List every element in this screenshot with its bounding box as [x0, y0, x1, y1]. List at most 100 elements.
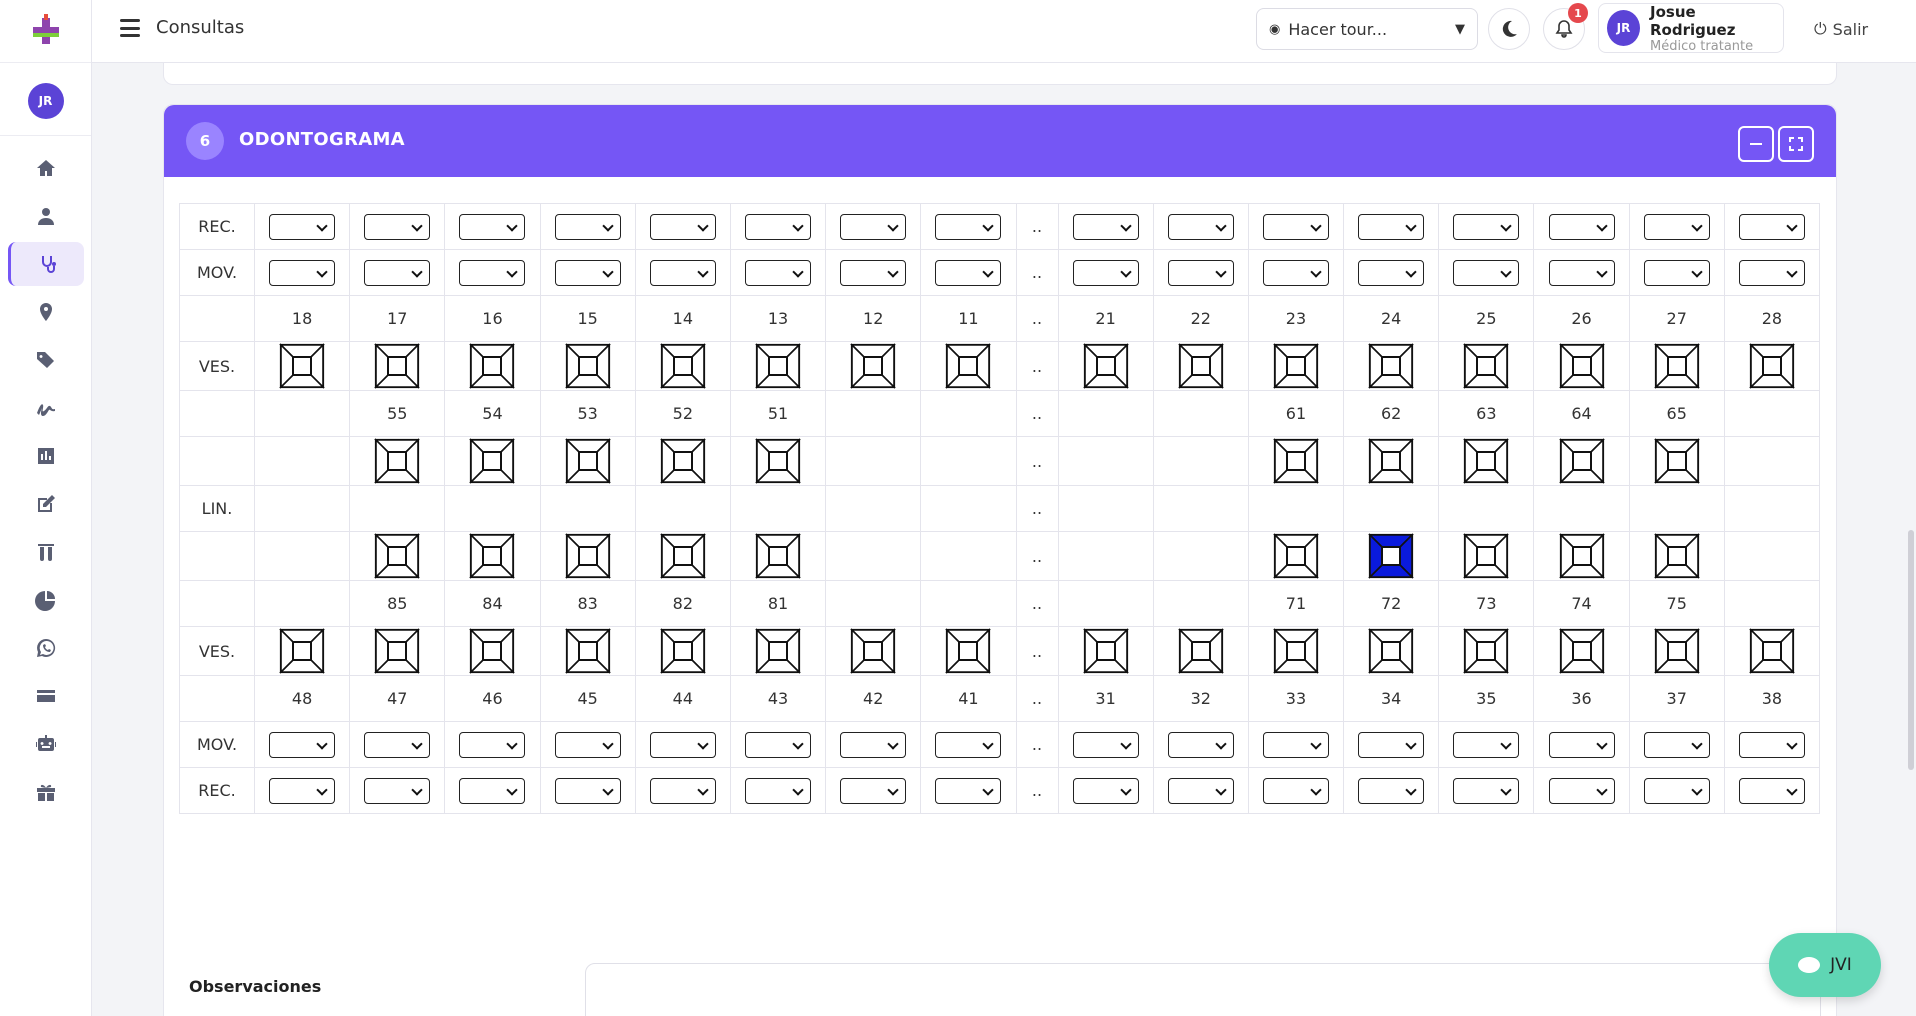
- tooth-55-icon[interactable]: [374, 438, 421, 484]
- tooth-select[interactable]: [1262, 777, 1329, 804]
- tooth-select[interactable]: [1643, 731, 1710, 758]
- tooth-26-icon[interactable]: [1558, 343, 1605, 389]
- tooth-select[interactable]: [1072, 731, 1139, 758]
- tooth-45-icon[interactable]: [564, 628, 611, 674]
- tooth-18-icon[interactable]: [279, 343, 326, 389]
- tooth-select[interactable]: [1453, 777, 1520, 804]
- tooth-62-icon[interactable]: [1368, 438, 1415, 484]
- dark-mode-button[interactable]: [1488, 8, 1530, 50]
- tooth-75-icon[interactable]: [1653, 533, 1700, 579]
- tooth-select[interactable]: [1548, 777, 1615, 804]
- tooth-23-icon[interactable]: [1273, 343, 1319, 389]
- tooth-28-icon[interactable]: [1748, 343, 1795, 389]
- tooth-38-icon[interactable]: [1748, 628, 1795, 674]
- tooth-select[interactable]: [1262, 731, 1329, 758]
- tooth-61-icon[interactable]: [1273, 438, 1319, 484]
- tooth-select[interactable]: [840, 259, 907, 286]
- tooth-select[interactable]: [649, 777, 716, 804]
- tooth-select[interactable]: [649, 731, 716, 758]
- sidebar-item-flask[interactable]: [8, 530, 84, 574]
- tooth-select[interactable]: [269, 777, 336, 804]
- tooth-34-icon[interactable]: [1368, 628, 1415, 674]
- tooth-select[interactable]: [840, 731, 907, 758]
- tooth-35-icon[interactable]: [1463, 628, 1510, 674]
- observations-input[interactable]: [585, 963, 1821, 1016]
- minimize-button[interactable]: [1738, 126, 1774, 162]
- tooth-36-icon[interactable]: [1558, 628, 1605, 674]
- tooth-22-icon[interactable]: [1177, 343, 1224, 389]
- tooth-52-icon[interactable]: [659, 438, 706, 484]
- sidebar-item-tags[interactable]: [8, 338, 84, 382]
- sidebar-item-map-marker[interactable]: [8, 290, 84, 334]
- tooth-select[interactable]: [1358, 731, 1425, 758]
- sidebar-item-home[interactable]: [8, 146, 84, 190]
- fullscreen-button[interactable]: [1778, 126, 1814, 162]
- sidebar-item-stethoscope[interactable]: [8, 242, 84, 286]
- sidebar-item-chart[interactable]: [8, 434, 84, 478]
- tooth-select[interactable]: [364, 259, 431, 286]
- tooth-select[interactable]: [1072, 259, 1139, 286]
- tooth-select[interactable]: [1643, 213, 1710, 240]
- tooth-82-icon[interactable]: [659, 533, 706, 579]
- tooth-select[interactable]: [649, 213, 716, 240]
- tooth-select[interactable]: [364, 213, 431, 240]
- tooth-select[interactable]: [269, 259, 336, 286]
- tooth-46-icon[interactable]: [469, 628, 516, 674]
- tooth-select[interactable]: [554, 777, 621, 804]
- tooth-select[interactable]: [1167, 213, 1234, 240]
- tooth-select[interactable]: [1548, 213, 1615, 240]
- tooth-25-icon[interactable]: [1463, 343, 1510, 389]
- tooth-41-icon[interactable]: [945, 628, 992, 674]
- tooth-select[interactable]: [1453, 731, 1520, 758]
- tooth-53-icon[interactable]: [564, 438, 611, 484]
- tooth-64-icon[interactable]: [1558, 438, 1605, 484]
- tooth-51-icon[interactable]: [755, 438, 801, 484]
- tooth-select[interactable]: [1548, 731, 1615, 758]
- tooth-select[interactable]: [1358, 777, 1425, 804]
- tooth-85-icon[interactable]: [374, 533, 421, 579]
- logout-button[interactable]: ⏻ Salir: [1814, 19, 1868, 39]
- tooth-83-icon[interactable]: [564, 533, 611, 579]
- tooth-select[interactable]: [269, 213, 336, 240]
- tour-select[interactable]: ◉ Hacer tour... ▼: [1256, 8, 1478, 50]
- tooth-select[interactable]: [364, 731, 431, 758]
- page-scrollbar[interactable]: [1908, 530, 1914, 770]
- tooth-31-icon[interactable]: [1082, 628, 1129, 674]
- tooth-24-icon[interactable]: [1368, 343, 1415, 389]
- tooth-select[interactable]: [1167, 259, 1234, 286]
- tooth-43-icon[interactable]: [755, 628, 801, 674]
- tooth-select[interactable]: [1453, 259, 1520, 286]
- chat-button[interactable]: JVI: [1769, 933, 1881, 997]
- tooth-select[interactable]: [935, 731, 1002, 758]
- tooth-select[interactable]: [554, 213, 621, 240]
- tooth-select[interactable]: [554, 259, 621, 286]
- tooth-select[interactable]: [1738, 731, 1805, 758]
- user-menu[interactable]: JR Josue Rodriguez Médico tratante: [1598, 3, 1784, 54]
- sidebar-item-user[interactable]: [8, 194, 84, 238]
- tooth-select[interactable]: [745, 731, 812, 758]
- tooth-select[interactable]: [745, 259, 812, 286]
- sidebar-item-pie-chart[interactable]: [8, 578, 84, 622]
- notifications-button[interactable]: 1: [1543, 3, 1588, 50]
- tooth-select[interactable]: [1358, 213, 1425, 240]
- tooth-select[interactable]: [935, 777, 1002, 804]
- tooth-select[interactable]: [1453, 213, 1520, 240]
- sidebar-item-whatsapp[interactable]: [8, 626, 84, 670]
- tooth-select[interactable]: [840, 213, 907, 240]
- tooth-13-icon[interactable]: [755, 343, 801, 389]
- tooth-33-icon[interactable]: [1273, 628, 1319, 674]
- sidebar-item-gift[interactable]: [8, 770, 84, 814]
- tooth-select[interactable]: [459, 213, 526, 240]
- tooth-select[interactable]: [554, 731, 621, 758]
- tooth-select[interactable]: [840, 777, 907, 804]
- sidebar-item-robot[interactable]: [8, 722, 84, 766]
- tooth-74-icon[interactable]: [1558, 533, 1605, 579]
- tooth-65-icon[interactable]: [1653, 438, 1700, 484]
- tooth-select[interactable]: [935, 259, 1002, 286]
- tooth-select[interactable]: [1167, 777, 1234, 804]
- menu-toggle-icon[interactable]: [120, 19, 140, 37]
- tooth-73-icon[interactable]: [1463, 533, 1510, 579]
- tooth-15-icon[interactable]: [564, 343, 611, 389]
- tooth-select[interactable]: [649, 259, 716, 286]
- tooth-27-icon[interactable]: [1653, 343, 1700, 389]
